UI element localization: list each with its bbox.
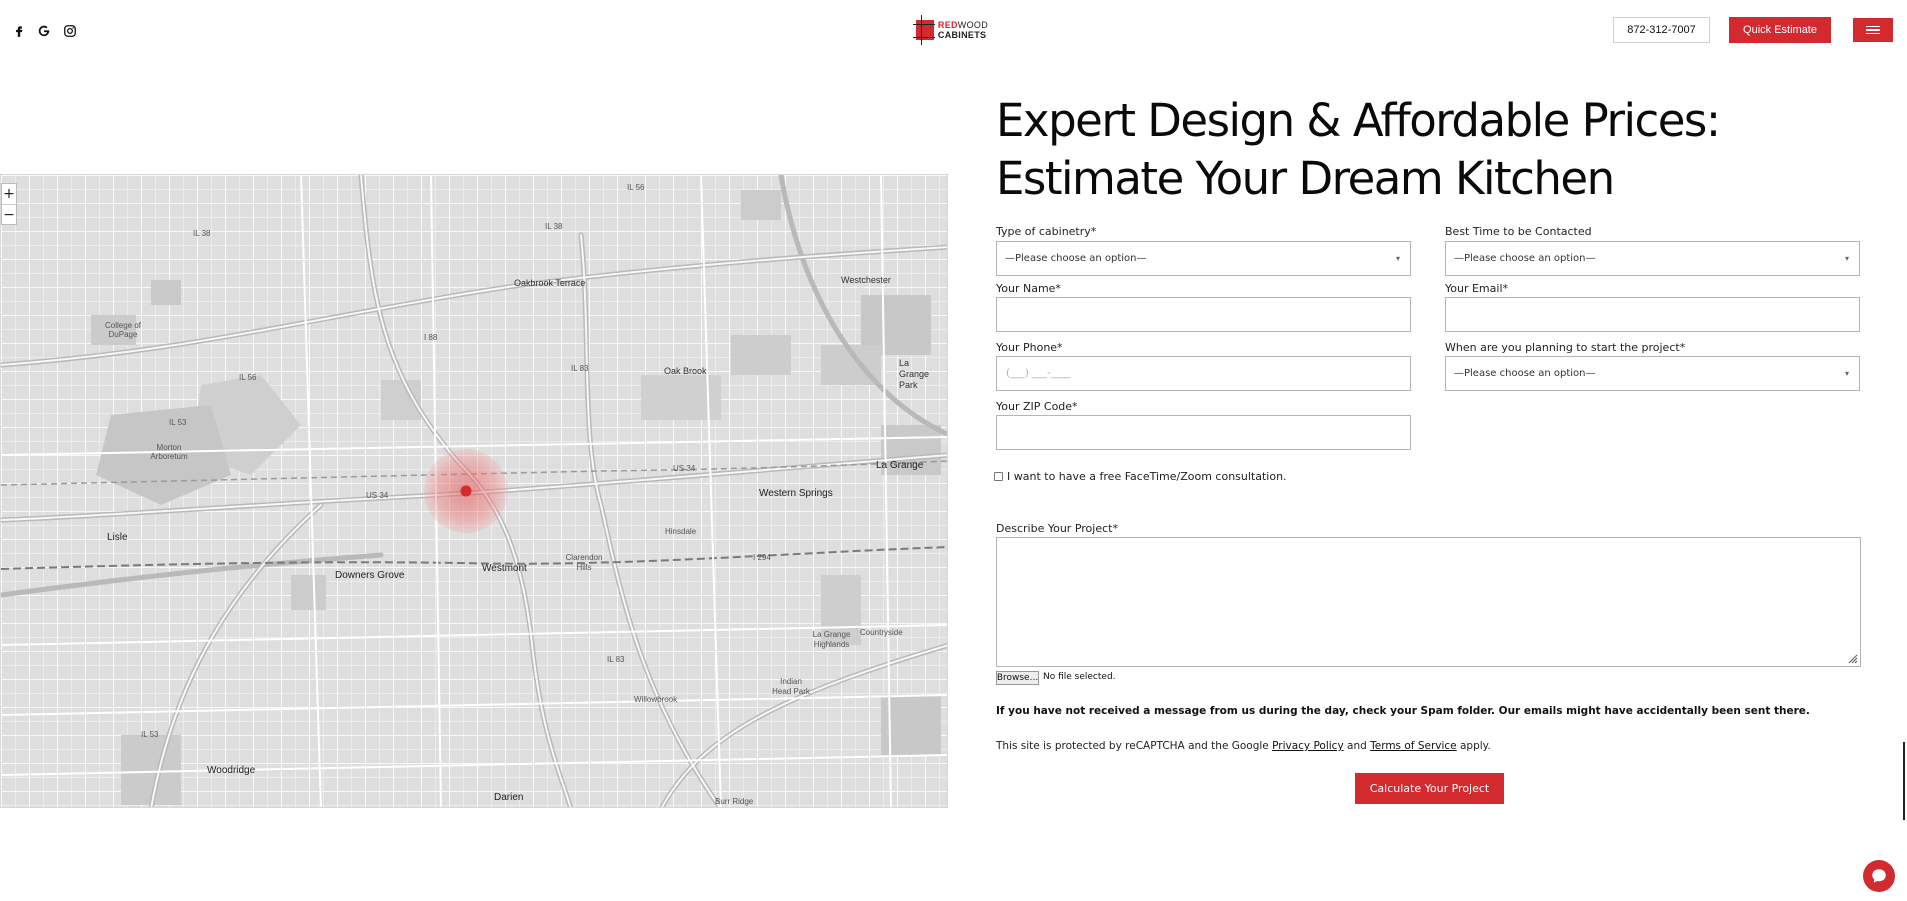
map-label: Hinsdale xyxy=(665,527,697,536)
facebook-icon[interactable] xyxy=(10,22,28,40)
map-label: Willowbrook xyxy=(634,695,678,704)
chat-bubble-icon[interactable] xyxy=(1863,860,1895,892)
browse-file-button[interactable]: Browse... xyxy=(996,671,1039,685)
zoom-out-button[interactable]: − xyxy=(2,204,16,224)
map-label: Indian Head Park xyxy=(772,677,810,696)
map-label: US 34 xyxy=(366,491,389,500)
phone-field[interactable]: (___) ___-____ xyxy=(996,356,1411,391)
best-time-select[interactable]: —Please choose an option— ▾ xyxy=(1445,241,1860,276)
map-label: Morton Arboretum xyxy=(150,443,188,461)
map-label: IL 56 xyxy=(239,373,257,382)
site-header: REDWOOD CABINETS 872-312-7007 Quick Esti… xyxy=(0,0,1907,60)
map-label: I 294 xyxy=(753,553,771,562)
map-label: IL 83 xyxy=(571,364,589,373)
name-field[interactable] xyxy=(996,297,1411,332)
map-label: US 34 xyxy=(673,464,696,473)
email-label: Your Email* xyxy=(1445,282,1508,295)
service-area-map[interactable]: + − Oakbrook Terrace Westchester College… xyxy=(0,174,948,808)
map-label: IL 38 xyxy=(193,229,211,238)
phone-button[interactable]: 872-312-7007 xyxy=(1613,17,1710,43)
map-label: IL 83 xyxy=(607,655,625,664)
google-icon[interactable] xyxy=(35,22,53,40)
map-label: I 88 xyxy=(424,333,438,342)
redwood-cabinets-logo[interactable]: REDWOOD CABINETS xyxy=(913,12,988,48)
terms-of-service-link[interactable]: Terms of Service xyxy=(1370,740,1457,752)
cabinetry-label: Type of cabinetry* xyxy=(996,225,1097,238)
dropdown-arrow-icon: ▾ xyxy=(1844,369,1849,378)
map-label: Westmont xyxy=(482,563,527,574)
map-label: Downers Grove xyxy=(335,570,405,581)
dropdown-arrow-icon: ▾ xyxy=(1844,254,1849,263)
logo-mark-icon xyxy=(913,15,935,45)
name-label: Your Name* xyxy=(996,282,1061,295)
phone-label: Your Phone* xyxy=(996,341,1063,354)
map-label: La Grange xyxy=(876,460,924,471)
map-label: Oakbrook Terrace xyxy=(514,278,586,288)
map-label: Lisle xyxy=(107,532,128,543)
quick-estimate-button[interactable]: Quick Estimate xyxy=(1729,17,1831,43)
start-date-label: When are you planning to start the proje… xyxy=(1445,341,1686,354)
map-label: Woodridge xyxy=(207,765,256,776)
map-label: Countryside xyxy=(860,628,903,637)
zip-field[interactable] xyxy=(996,415,1411,450)
best-time-label: Best Time to be Contacted xyxy=(1445,225,1592,238)
describe-label: Describe Your Project* xyxy=(996,522,1118,535)
map-label: Oak Brook xyxy=(664,366,707,376)
privacy-policy-link[interactable]: Privacy Policy xyxy=(1272,740,1344,752)
map-label: IL 56 xyxy=(627,183,645,192)
file-status: No file selected. xyxy=(1043,672,1116,682)
zip-label: Your ZIP Code* xyxy=(996,400,1078,413)
resize-handle-icon[interactable] xyxy=(1846,652,1858,664)
map-label: La Grange Park xyxy=(899,358,930,390)
scrollbar-thumb[interactable] xyxy=(1903,742,1905,820)
calculate-project-button[interactable]: Calculate Your Project xyxy=(1355,773,1504,804)
map-label: College of DuPage xyxy=(104,321,142,339)
map-label: La Grange Highlands xyxy=(812,630,851,649)
describe-project-textarea[interactable] xyxy=(996,537,1861,667)
map-label: Darien xyxy=(494,792,524,803)
map-label: IL 38 xyxy=(545,222,563,231)
recaptcha-notice: This site is protected by reCAPTCHA and … xyxy=(996,740,1491,752)
map-zoom-control: + − xyxy=(1,183,17,225)
map-label: Western Springs xyxy=(759,488,833,499)
page-title: Expert Design & Affordable Prices: Estim… xyxy=(996,94,1721,205)
map-label: Westchester xyxy=(841,275,891,285)
map-label: IL 53 xyxy=(141,730,159,739)
start-date-select[interactable]: —Please choose an option— ▾ xyxy=(1445,356,1860,391)
consultation-label: I want to have a free FaceTime/Zoom cons… xyxy=(1007,470,1287,483)
email-field[interactable] xyxy=(1445,297,1860,332)
spam-notice: If you have not received a message from … xyxy=(996,705,1810,717)
dropdown-arrow-icon: ▾ xyxy=(1395,254,1400,263)
zoom-in-button[interactable]: + xyxy=(2,184,16,204)
hamburger-icon[interactable] xyxy=(1853,18,1893,42)
map-label: Burr Ridge xyxy=(715,797,754,806)
map-label: IL 53 xyxy=(169,418,187,427)
consultation-checkbox[interactable] xyxy=(994,472,1003,481)
cabinetry-select[interactable]: —Please choose an option— ▾ xyxy=(996,241,1411,276)
map-label: Clarendon Hills xyxy=(565,553,603,572)
instagram-icon[interactable] xyxy=(61,22,79,40)
